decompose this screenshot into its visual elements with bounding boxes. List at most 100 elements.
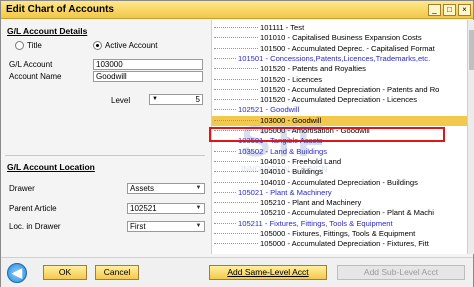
tree-account-row[interactable]: 101520 - Accumulated Depreciation - Pate… bbox=[212, 85, 467, 95]
tree-title-account[interactable]: 102521 - Goodwill bbox=[212, 105, 467, 115]
footer-bar: ◀ OK Cancel Add Same-Level Acct Add Sub-… bbox=[1, 257, 473, 287]
tree-account-row[interactable]: 101520 - Accumulated Depreciation - Lice… bbox=[212, 95, 467, 105]
tree-connector bbox=[214, 233, 258, 234]
tree-connector bbox=[214, 68, 258, 70]
tree-row-label: 101520 - Licences bbox=[260, 74, 323, 84]
tree-connector bbox=[214, 160, 258, 162]
tree-row-label: 102521 - Goodwill bbox=[238, 105, 300, 115]
tree-connector bbox=[214, 202, 258, 204]
tree-account-row[interactable]: 105210 - Accumulated Depreciation - Plan… bbox=[212, 208, 467, 218]
tree-connector bbox=[214, 171, 258, 173]
loc-in-drawer-label: Loc. in Drawer bbox=[9, 222, 61, 231]
tree-scrollbar[interactable] bbox=[467, 20, 474, 254]
maximize-icon[interactable]: □ bbox=[443, 4, 456, 16]
tree-connector bbox=[214, 119, 258, 121]
cancel-button[interactable]: Cancel bbox=[95, 265, 139, 280]
loc-in-drawer-value: First bbox=[130, 222, 146, 231]
tree-row-label: 105211 - Fixtures, Fittings, Tools & Equ… bbox=[238, 218, 393, 228]
tree-row-label: 105210 - Accumulated Depreciation - Plan… bbox=[260, 208, 434, 218]
tree-row-label: 101520 - Patents and Royalties bbox=[260, 64, 366, 74]
tree-row-label: 104010 - Buildings bbox=[260, 167, 323, 177]
tree-connector bbox=[214, 243, 258, 245]
tree-connector bbox=[214, 47, 258, 49]
drawer-select[interactable]: Assets ▼ bbox=[127, 183, 205, 194]
parent-article-dropdown-icon[interactable]: ▼ bbox=[194, 205, 203, 212]
tree-account-row[interactable]: 104010 - Freehold Land bbox=[212, 157, 467, 167]
tree-row-label: 101111 - Test bbox=[260, 23, 305, 32]
gl-account-details-heading: G/L Account Details bbox=[7, 26, 88, 36]
scroll-thumb[interactable] bbox=[469, 30, 474, 70]
tree-title-account[interactable]: 101501 - Concessions,Patents,Licences,Tr… bbox=[212, 54, 467, 64]
tree-account-row[interactable]: 105000 - Fixtures, Fittings, Tools & Equ… bbox=[212, 229, 467, 239]
title-radio-label: Title bbox=[27, 41, 42, 50]
window-title: Edit Chart of Accounts bbox=[6, 4, 114, 15]
tree-connector bbox=[214, 191, 236, 193]
tree-row-label: 105000 - Fixtures, Fittings, Tools & Equ… bbox=[260, 229, 416, 238]
tree-row-label: 104010 - Accumulated Depreciation - Buil… bbox=[260, 177, 418, 187]
tree-connector bbox=[214, 150, 236, 152]
add-same-level-acct-button[interactable]: Add Same-Level Acct bbox=[209, 265, 327, 280]
tree-account-row[interactable]: 104010 - Accumulated Depreciation - Buil… bbox=[212, 178, 467, 188]
tree-title-account[interactable]: 105021 - Plant & Machinery bbox=[212, 188, 467, 198]
tree-connector bbox=[214, 37, 258, 39]
tree-account-row[interactable]: 104010 - Buildings bbox=[212, 167, 467, 177]
tree-row-label: 105021 - Plant & Machinery bbox=[238, 187, 332, 197]
section-divider bbox=[5, 155, 205, 156]
level-value: 5 bbox=[195, 95, 200, 104]
tree-connector bbox=[214, 99, 258, 101]
tree-row-label: 101520 - Accumulated Depreciation - Pate… bbox=[260, 84, 440, 94]
tree-row-label: 101500 - Accumulated Deprec. - Capitalis… bbox=[260, 43, 435, 53]
title-bar[interactable]: Edit Chart of Accounts _ □ × bbox=[1, 1, 473, 19]
tree-connector bbox=[214, 78, 258, 80]
tree-row-label: 101501 - Concessions,Patents,Licences,Tr… bbox=[238, 53, 431, 63]
tree-account-row[interactable]: 101111 - Test bbox=[212, 23, 467, 33]
drawer-dropdown-icon[interactable]: ▼ bbox=[194, 185, 203, 192]
account-name-label: Account Name bbox=[9, 72, 62, 81]
tree-account-row[interactable]: 103000 - Goodwill bbox=[212, 115, 467, 126]
tree-row-label: 103000 - Goodwill bbox=[260, 115, 322, 125]
title-radio[interactable] bbox=[15, 41, 24, 50]
level-dropdown-icon[interactable]: ▼ bbox=[152, 95, 158, 104]
tree-account-row[interactable]: 101520 - Licences bbox=[212, 75, 467, 85]
gl-account-location-heading: G/L Account Location bbox=[7, 162, 95, 172]
add-sub-level-acct-button: Add Sub-Level Acct bbox=[337, 265, 465, 280]
highlight-box bbox=[209, 127, 445, 142]
back-arrow-icon[interactable]: ◀ bbox=[7, 263, 27, 283]
tree-account-row[interactable]: 105210 - Plant and Machinery bbox=[212, 198, 467, 208]
tree-connector bbox=[214, 109, 236, 111]
tree-row-label: 103502 - Land & Buildings bbox=[238, 146, 328, 156]
tree-row-label: 104010 - Freehold Land bbox=[260, 156, 342, 166]
tree-row-label: 101520 - Accumulated Depreciation - Lice… bbox=[260, 95, 418, 105]
tree-account-row[interactable]: 101520 - Patents and Royalties bbox=[212, 64, 467, 74]
tree-connector bbox=[214, 27, 258, 28]
active-account-radio[interactable] bbox=[93, 41, 102, 50]
tree-connector bbox=[214, 222, 236, 224]
gl-account-field[interactable]: 103000 bbox=[93, 59, 203, 70]
ok-button[interactable]: OK bbox=[43, 265, 87, 280]
loc-in-drawer-select[interactable]: First ▼ bbox=[127, 221, 205, 232]
tree-row-label: 101010 - Capitalised Business Expansion … bbox=[260, 33, 422, 43]
level-field[interactable]: ▼ 5 bbox=[149, 94, 203, 105]
drawer-value: Assets bbox=[130, 184, 155, 193]
tree-row-label: 105000 - Accumulated Depreciation - Fixt… bbox=[260, 239, 429, 249]
tree-title-account[interactable]: 103502 - Land & Buildings bbox=[212, 147, 467, 157]
active-account-radio-label: Active Account bbox=[105, 41, 158, 50]
parent-article-select[interactable]: 102521 ▼ bbox=[127, 203, 205, 214]
tree-connector bbox=[214, 88, 258, 90]
tree-account-row[interactable]: 101010 - Capitalised Business Expansion … bbox=[212, 33, 467, 43]
tree-account-row[interactable]: 105000 - Accumulated Depreciation - Fixt… bbox=[212, 239, 467, 249]
tree-connector bbox=[214, 181, 258, 183]
edit-chart-of-accounts-window: Edit Chart of Accounts _ □ × G/L Account… bbox=[0, 0, 474, 287]
parent-article-label: Parent Article bbox=[9, 204, 57, 213]
loc-in-drawer-dropdown-icon[interactable]: ▼ bbox=[194, 223, 203, 230]
parent-article-value: 102521 bbox=[130, 204, 157, 213]
minimize-icon[interactable]: _ bbox=[428, 4, 441, 16]
account-name-field[interactable]: Goodwill bbox=[93, 71, 203, 82]
tree-connector bbox=[214, 57, 236, 59]
level-label: Level bbox=[111, 96, 131, 105]
drawer-label: Drawer bbox=[9, 184, 35, 193]
tree-title-account[interactable]: 105211 - Fixtures, Fittings, Tools & Equ… bbox=[212, 219, 467, 229]
close-icon[interactable]: × bbox=[458, 4, 471, 16]
tree-row-label: 105210 - Plant and Machinery bbox=[260, 198, 362, 208]
tree-account-row[interactable]: 101500 - Accumulated Deprec. - Capitalis… bbox=[212, 44, 467, 54]
